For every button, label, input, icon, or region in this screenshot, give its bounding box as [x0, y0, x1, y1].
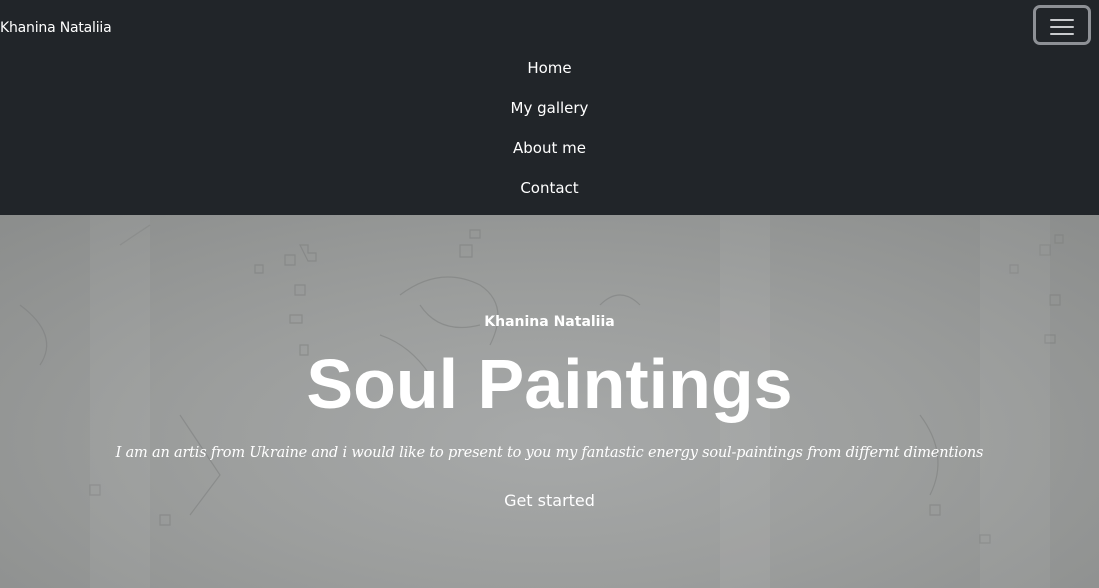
- navbar-brand[interactable]: Khanina Nataliia: [0, 19, 112, 37]
- hero-section: Khanina Nataliia Soul Paintings I am an …: [0, 215, 1099, 588]
- nav-link-home[interactable]: Home: [527, 48, 571, 88]
- nav-item-contact: Contact: [0, 168, 1099, 208]
- hero-description: I am an artis from Ukraine and i would l…: [115, 445, 984, 461]
- nav-link-gallery[interactable]: My gallery: [511, 88, 589, 128]
- nav-item-about: About me: [0, 128, 1099, 168]
- hero-cta: Get started: [0, 491, 1099, 511]
- nav-item-gallery: My gallery: [0, 88, 1099, 128]
- hero-subtitle: Khanina Nataliia: [484, 314, 615, 330]
- navbar: Khanina Nataliia Home My gallery About m…: [0, 0, 1099, 215]
- nav-link-about[interactable]: About me: [513, 128, 586, 168]
- nav-menu: Home My gallery About me Contact: [0, 48, 1099, 208]
- hero-title: Soul Paintings: [306, 345, 793, 423]
- nav-link-contact[interactable]: Contact: [520, 168, 578, 208]
- navbar-toggler-button[interactable]: [1033, 5, 1091, 45]
- nav-item-home: Home: [0, 48, 1099, 88]
- get-started-button[interactable]: Get started: [504, 491, 595, 510]
